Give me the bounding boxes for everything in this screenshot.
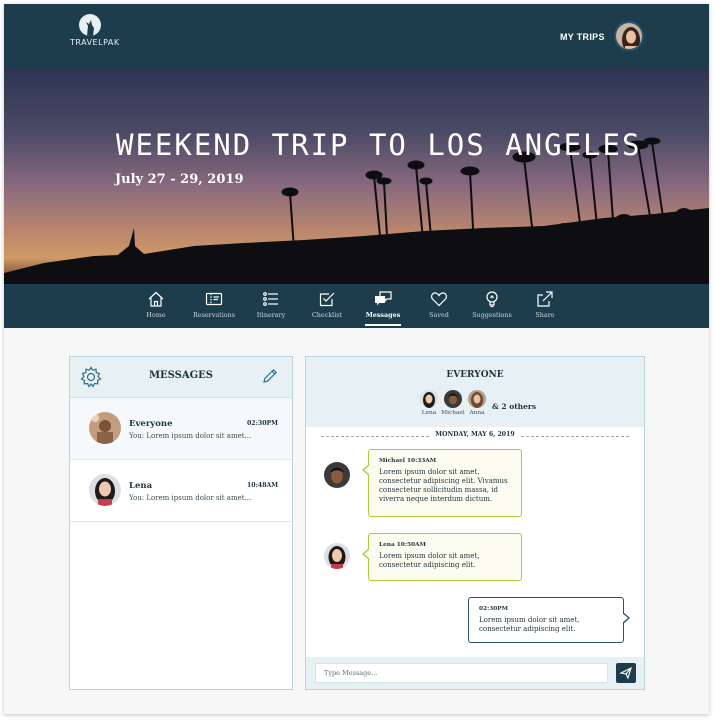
tab-messages[interactable]: Messages xyxy=(355,290,411,326)
member-anna[interactable]: Anna xyxy=(463,390,491,416)
palm-skyline-illustration xyxy=(4,137,709,284)
trip-tab-bar: Home Reservations Itinerary Checklist Me… xyxy=(4,284,709,328)
group-avatar xyxy=(89,412,121,444)
trip-dates: July 27 - 29, 2019 xyxy=(115,172,244,187)
tab-label: Itinerary xyxy=(256,311,286,319)
top-bar: TRAVELPAK MY TRIPS xyxy=(4,4,709,68)
messages-panel-header: MESSAGES xyxy=(70,357,292,398)
tab-label: Home xyxy=(146,311,166,319)
user-avatar[interactable] xyxy=(614,21,644,51)
tab-label: Saved xyxy=(429,311,449,319)
conversation-item-everyone[interactable]: Everyone 02:30PM You: Lorem ipsum dolor … xyxy=(70,398,292,460)
tab-suggestions[interactable]: Suggestions xyxy=(464,290,520,319)
chat-panel: EVERYONE Lena Michael Anna & 2 others MO… xyxy=(305,356,645,690)
wolf-logo-icon xyxy=(79,14,101,36)
conversation-name: Everyone xyxy=(129,419,173,429)
chat-header: EVERYONE Lena Michael Anna & 2 others xyxy=(306,357,644,427)
tab-label: Share xyxy=(535,311,555,319)
logo-text: TRAVELPAK xyxy=(70,38,120,47)
member-avatar xyxy=(444,390,462,408)
checklist-icon xyxy=(319,292,335,307)
tab-itinerary[interactable]: Itinerary xyxy=(243,290,299,319)
trip-title: WEEKEND TRIP TO LOS ANGELES xyxy=(116,128,642,162)
message-bubble-outgoing: 02:30PM Lorem ipsum dolor sit amet, cons… xyxy=(468,597,630,643)
tab-label: Checklist xyxy=(311,311,343,319)
date-divider-label: MONDAY, MAY 6, 2019 xyxy=(430,431,520,438)
lightbulb-icon xyxy=(486,291,498,308)
my-trips-link[interactable]: MY TRIPS xyxy=(560,32,605,42)
member-avatar xyxy=(420,390,438,408)
conversation-name: Lena xyxy=(129,481,153,491)
message-text: Lorem ipsum dolor sit amet, consectetur … xyxy=(479,616,580,633)
tab-saved[interactable]: Saved xyxy=(411,290,467,319)
messages-panel: MESSAGES Everyone 02:30PM You: Lorem ips… xyxy=(69,356,293,690)
pencil-icon xyxy=(263,368,278,383)
send-button[interactable] xyxy=(616,663,636,683)
message-bubble-incoming: Michael 10:33AM Lorem ipsum dolor sit am… xyxy=(362,449,522,517)
message-meta: Michael 10:33AM xyxy=(379,458,437,464)
ticket-icon xyxy=(205,292,223,306)
conversation-preview: You: Lorem ipsum dolor sit amet... xyxy=(129,494,252,502)
app-frame: TRAVELPAK MY TRIPS WEEKEND TRIP TO LOS A… xyxy=(4,4,709,714)
member-avatar xyxy=(468,390,486,408)
conversation-item-lena[interactable]: Lena 10:48AM You: Lorem ipsum dolor sit … xyxy=(70,460,292,522)
lena-avatar[interactable] xyxy=(324,543,350,569)
conversation-time: 02:30PM xyxy=(247,420,279,427)
tab-checklist[interactable]: Checklist xyxy=(299,290,355,319)
conversation-preview: You: Lorem ipsum dolor sit amet... xyxy=(129,432,252,440)
tab-label: Messages xyxy=(365,311,401,319)
home-icon xyxy=(148,291,164,307)
message-bubble-incoming: Lena 10:50AM Lorem ipsum dolor sit amet,… xyxy=(362,533,522,581)
message-meta: 02:30PM xyxy=(479,606,509,612)
list-icon xyxy=(263,292,278,306)
tab-label: Suggestions xyxy=(472,311,512,319)
tab-reservations[interactable]: Reservations xyxy=(186,290,242,319)
message-input[interactable] xyxy=(315,663,608,683)
other-members-count[interactable]: & 2 others xyxy=(492,402,536,411)
date-divider: MONDAY, MAY 6, 2019 xyxy=(321,431,629,441)
tab-home[interactable]: Home xyxy=(128,290,184,319)
conversation-time: 10:48AM xyxy=(247,482,279,489)
message-composer xyxy=(306,657,644,689)
hero-banner: WEEKEND TRIP TO LOS ANGELES July 27 - 29… xyxy=(4,68,709,284)
heart-icon xyxy=(431,292,447,307)
share-icon xyxy=(537,291,553,307)
message-meta: Lena 10:50AM xyxy=(379,542,426,548)
logo[interactable]: TRAVELPAK xyxy=(70,14,120,47)
send-icon xyxy=(619,666,632,680)
compose-button[interactable] xyxy=(262,368,278,388)
messages-panel-title: MESSAGES xyxy=(148,370,214,381)
member-name: Anna xyxy=(469,410,485,416)
chat-title: EVERYONE xyxy=(446,370,504,380)
chat-icon xyxy=(375,291,392,306)
tab-label: Reservations xyxy=(193,311,235,319)
michael-avatar[interactable] xyxy=(324,462,350,488)
message-text: Lorem ipsum dolor sit amet, consectetur … xyxy=(379,552,480,569)
message-text: Lorem ipsum dolor sit amet, consectetur … xyxy=(379,468,508,503)
lena-avatar xyxy=(89,474,121,506)
tab-share[interactable]: Share xyxy=(517,290,573,319)
